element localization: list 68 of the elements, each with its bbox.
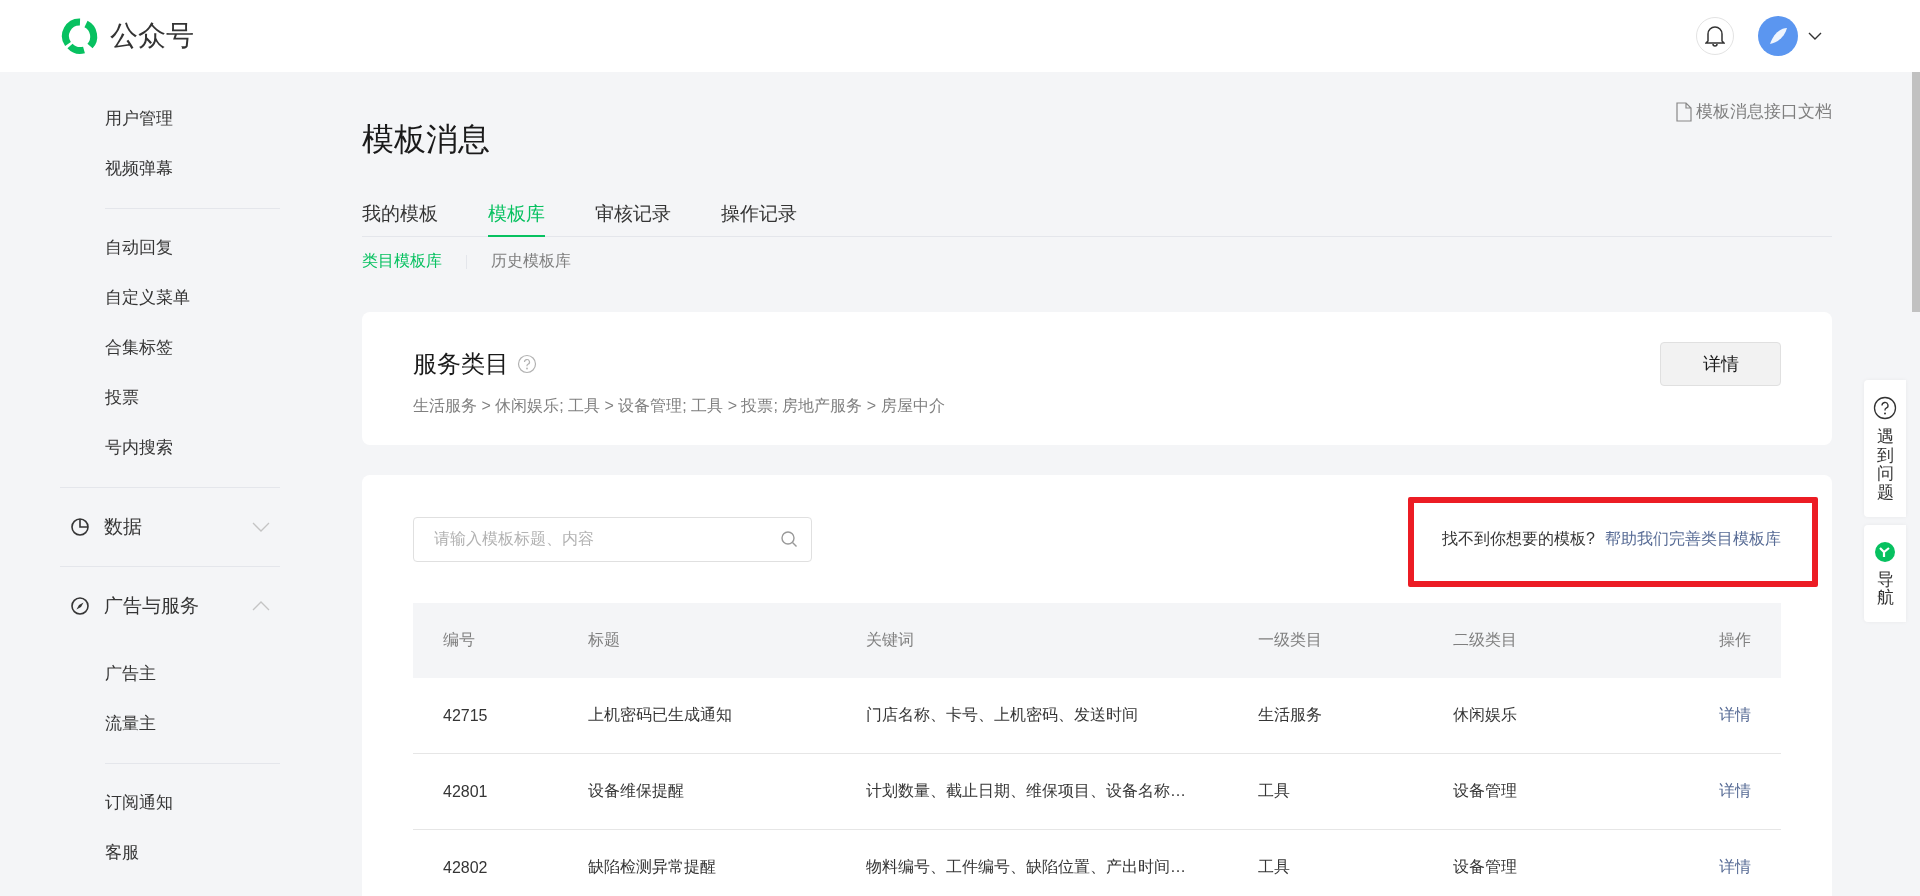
search-icon bbox=[780, 529, 798, 548]
search-field[interactable]: 请输入模板标题、内容 bbox=[413, 516, 812, 562]
sidebar-section[interactable]: 数据 bbox=[60, 502, 280, 552]
column-header: 二级类目 bbox=[1453, 630, 1518, 650]
table-cell-text: 42801 bbox=[443, 782, 489, 801]
table-cell-text: 设备维保提醒 bbox=[588, 781, 685, 801]
scrollbar[interactable] bbox=[1912, 72, 1920, 312]
table-cell-text: 缺陷检测异常提醒 bbox=[588, 857, 717, 877]
sidebar-item[interactable]: 订阅通知 bbox=[60, 778, 280, 828]
column-header: 操作 bbox=[1719, 630, 1751, 650]
table-cell-text: 上机密码已生成通知 bbox=[588, 705, 733, 725]
navigation-label: 导航 bbox=[1876, 570, 1894, 609]
compass-icon bbox=[70, 596, 90, 616]
sidebar-item[interactable]: 客服 bbox=[60, 828, 280, 878]
notification-bell-icon[interactable] bbox=[1696, 17, 1734, 55]
subtab[interactable]: 历史模板库 bbox=[491, 251, 571, 272]
chevron-up-icon bbox=[252, 601, 270, 611]
sidebar-item[interactable]: 视频弹幕 bbox=[60, 144, 280, 194]
column-header: 标题 bbox=[588, 630, 621, 650]
sidebar-section[interactable]: 广告与服务 bbox=[60, 581, 280, 631]
sidebar-item[interactable]: 合集标签 bbox=[60, 323, 280, 373]
navigation-icon bbox=[1874, 540, 1896, 563]
tab[interactable]: 操作记录 bbox=[721, 201, 797, 237]
tab[interactable]: 我的模板 bbox=[362, 201, 438, 237]
sidebar-item[interactable]: 流量主 bbox=[60, 699, 280, 749]
sidebar-item[interactable]: 号内搜索 bbox=[60, 423, 280, 473]
document-icon bbox=[1676, 101, 1692, 122]
details-link[interactable]: 详情 bbox=[1719, 705, 1751, 726]
sidebar-item[interactable]: 投票 bbox=[60, 373, 280, 423]
help-panel[interactable]: 遇到问题 bbox=[1864, 380, 1906, 517]
details-button[interactable]: 详情 bbox=[1660, 342, 1781, 386]
table-cell-text: 设备管理 bbox=[1453, 781, 1518, 801]
sidebar-item[interactable]: 自定义菜单 bbox=[60, 273, 280, 323]
dropdown-caret-icon[interactable] bbox=[1808, 32, 1822, 40]
column-header: 编号 bbox=[443, 630, 476, 650]
table-cell-text: 休闲娱乐 bbox=[1453, 705, 1518, 725]
table-cell-text: 设备管理 bbox=[1453, 857, 1518, 877]
table-cell-text: 门店名称、卡号、上机密码、发送时间 bbox=[866, 705, 1139, 725]
help-icon[interactable] bbox=[517, 354, 537, 374]
sidebar-item[interactable]: 广告主 bbox=[60, 649, 280, 699]
navigation-panel[interactable]: 导航 bbox=[1864, 524, 1906, 623]
card-title: 服务类目 bbox=[413, 349, 509, 379]
table-cell-text: 42802 bbox=[443, 858, 489, 877]
category-path: 生活服务 > 休闲娱乐; 工具 > 设备管理; 工具 > 投票; 房地产服务 > 房屋中介 bbox=[413, 396, 945, 416]
doc-link[interactable]: 模板消息接口文档 bbox=[1696, 100, 1832, 123]
column-header: 关键词 bbox=[866, 630, 915, 650]
chevron-down-icon bbox=[252, 522, 270, 532]
sidebar-item[interactable]: 自动回复 bbox=[60, 223, 280, 273]
details-link[interactable]: 详情 bbox=[1719, 781, 1751, 802]
improve-library-link[interactable]: 帮助我们完善类目模板库 bbox=[1605, 528, 1781, 550]
logo-icon bbox=[60, 16, 100, 56]
table-cell-text: 计划数量、截止日期、维保项目、设备名称… bbox=[866, 781, 1187, 801]
column-header: 一级类目 bbox=[1258, 630, 1323, 650]
table-cell-text: 42715 bbox=[443, 706, 489, 725]
table-cell-text: 生活服务 bbox=[1258, 705, 1323, 725]
page-title: 模板消息 bbox=[362, 120, 490, 159]
table-cell-text: 工具 bbox=[1258, 781, 1291, 801]
avatar-icon[interactable] bbox=[1758, 16, 1798, 56]
tab[interactable]: 审核记录 bbox=[595, 201, 671, 237]
details-link[interactable]: 详情 bbox=[1719, 857, 1751, 878]
sidebar-item[interactable]: 用户管理 bbox=[60, 94, 280, 144]
table-cell-text: 物料编号、工件编号、缺陷位置、产出时间… bbox=[866, 857, 1187, 877]
help-prompt: 找不到你想要的模板? bbox=[1442, 528, 1595, 549]
pie-chart-icon bbox=[70, 517, 90, 537]
question-icon bbox=[1873, 396, 1897, 420]
logo-text: 公众号 bbox=[110, 19, 194, 53]
table-cell-text: 工具 bbox=[1258, 857, 1291, 877]
help-label: 遇到问题 bbox=[1876, 428, 1894, 503]
